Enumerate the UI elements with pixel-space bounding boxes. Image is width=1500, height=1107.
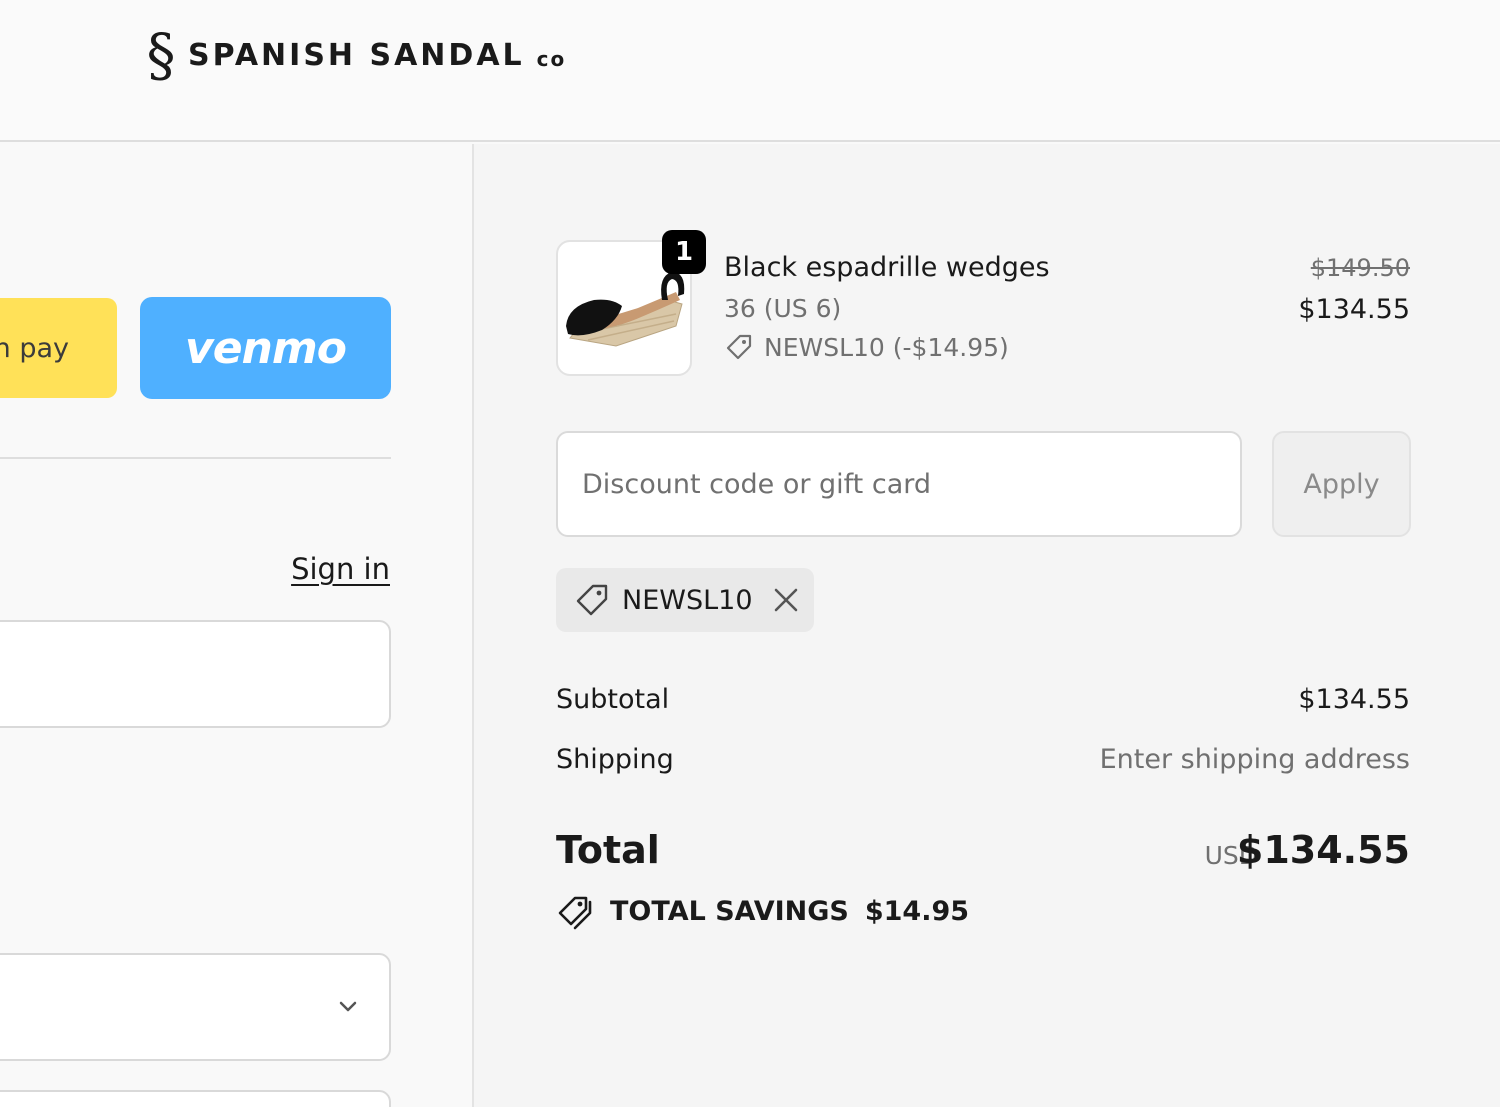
product-thumbnail: 1 — [556, 230, 706, 376]
tag-icon — [576, 584, 608, 616]
shipping-label: Shipping — [556, 744, 674, 775]
subtotal-label: Subtotal — [556, 684, 670, 715]
total-label: Total — [556, 828, 660, 872]
chevron-down-icon — [339, 1001, 357, 1012]
brand-suffix: co — [536, 47, 567, 71]
tag-icon — [726, 334, 752, 360]
subtotal-value: $134.55 — [1298, 684, 1410, 715]
savings-tags-icon — [558, 896, 592, 930]
shipping-value: Enter shipping address — [1099, 744, 1410, 775]
apply-discount-button[interactable]: Apply — [1272, 431, 1411, 537]
product-discount: NEWSL10 (-$14.95) — [724, 332, 1009, 362]
product-original-price: $149.50 — [1310, 254, 1410, 282]
total-savings-label: TOTAL SAVINGS — [610, 895, 849, 927]
applied-discount-code: NEWSL10 — [622, 584, 753, 616]
quantity-badge: 1 — [662, 230, 706, 274]
express-pay-yellow-label: n pay — [0, 332, 69, 364]
sign-in-link[interactable]: Sign in — [291, 552, 390, 586]
first-name-field[interactable] — [0, 1090, 391, 1107]
venmo-button[interactable]: venmo — [140, 297, 391, 399]
applied-discount-chip: NEWSL10 — [556, 568, 814, 632]
brand-name: SPANISH SANDAL — [188, 37, 525, 73]
country-select[interactable] — [0, 953, 391, 1061]
express-divider — [0, 457, 391, 459]
checkout-form-panel: n pay venmo Sign in — [0, 144, 472, 1107]
product-name: Black espadrille wedges — [724, 252, 1050, 283]
product-variant: 36 (US 6) — [724, 294, 842, 323]
close-icon — [774, 588, 797, 612]
product-discount-text: NEWSL10 (-$14.95) — [764, 332, 1009, 362]
venmo-logo: venmo — [185, 322, 347, 374]
brand-logo[interactable]: § SPANISH SANDAL co — [140, 20, 566, 90]
contact-email-field[interactable] — [0, 620, 391, 728]
checkout-header: § SPANISH SANDAL co — [0, 0, 1500, 142]
remove-discount-button[interactable] — [771, 585, 801, 615]
order-summary-panel: 1 Black espadrille wedges 36 (US 6) NEWS… — [474, 144, 1500, 1107]
express-pay-yellow-button[interactable]: n pay — [0, 298, 117, 398]
total-savings-value: $14.95 — [864, 895, 970, 927]
total-savings: TOTAL SAVINGS $14.95 — [556, 892, 969, 930]
brand-mark-icon: § — [146, 21, 176, 89]
total-value: $134.55 — [1236, 828, 1410, 872]
product-price: $134.55 — [1298, 294, 1410, 325]
discount-code-input[interactable] — [556, 431, 1242, 537]
